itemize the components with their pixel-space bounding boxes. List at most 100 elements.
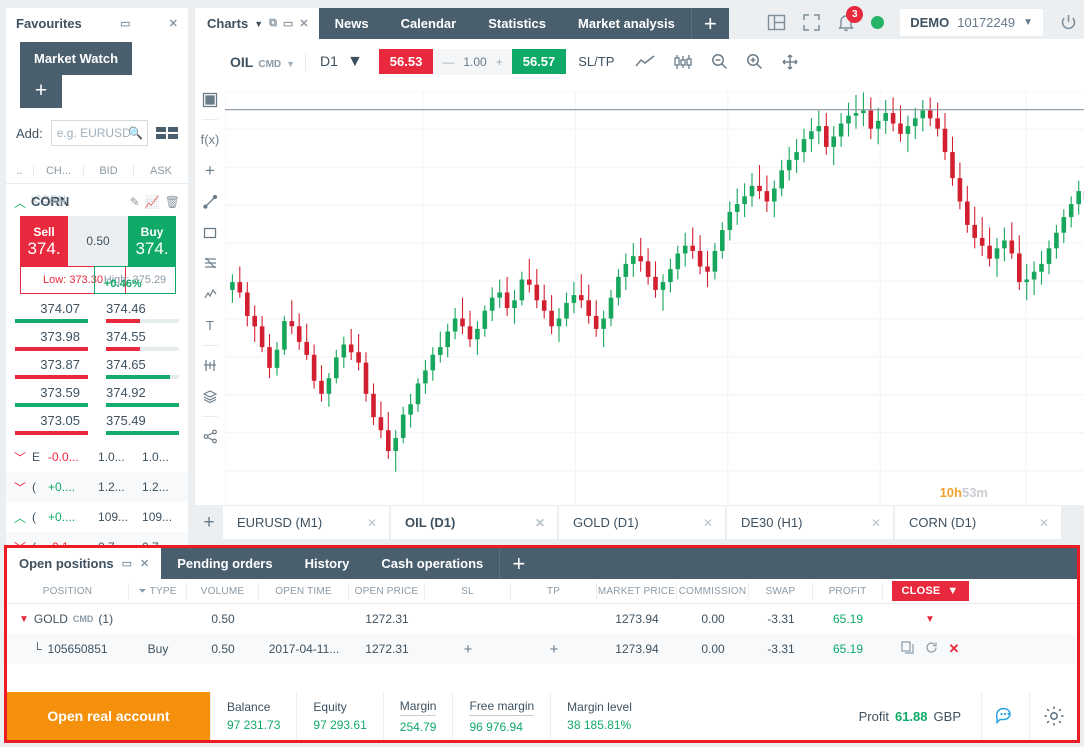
th-open-time[interactable]: OPEN TIME: [259, 583, 349, 600]
chart-tab-gold[interactable]: GOLD (D1) ✕: [559, 506, 725, 539]
close-icon[interactable]: ✕: [299, 17, 308, 30]
tab-charts[interactable]: Charts ▼ ⧉ ▭ ✕: [195, 8, 319, 39]
settings-gear-icon[interactable]: [1029, 692, 1077, 740]
depth-row[interactable]: 373.98 374.55: [6, 328, 188, 356]
th-commission[interactable]: COMMISSION: [677, 583, 749, 600]
screenshot-icon[interactable]: [195, 84, 225, 115]
chevron-down-icon[interactable]: ▼: [1023, 17, 1033, 28]
add-panel-tab-button[interactable]: +: [499, 548, 537, 579]
chart-timeframe-selector[interactable]: D1 ▼: [305, 53, 377, 71]
tab-favourites[interactable]: Favourites: [16, 16, 82, 31]
maximize-icon[interactable]: ▭: [283, 17, 293, 30]
maximize-icon[interactable]: ▭: [122, 557, 132, 570]
group-expand-icon[interactable]: ▼: [925, 614, 935, 625]
chart-icon[interactable]: 📈: [145, 195, 160, 209]
depth-row[interactable]: 374.07 374.46: [6, 300, 188, 328]
open-real-account-button[interactable]: Open real account: [7, 692, 210, 740]
edit-icon[interactable]: ✎: [130, 195, 140, 209]
chat-support-icon[interactable]: [981, 692, 1029, 740]
chevron-down-icon[interactable]: ▼: [254, 19, 263, 29]
th-type[interactable]: ⏷ TYPE: [129, 583, 187, 600]
add-object-icon[interactable]: +: [195, 155, 225, 186]
chart-tab-corn[interactable]: CORN (D1) ✕: [895, 506, 1061, 539]
duplicate-icon[interactable]: [901, 641, 914, 657]
sltp-toggle[interactable]: SL/TP: [566, 54, 626, 69]
search-icon[interactable]: 🔍: [128, 126, 143, 140]
close-icon[interactable]: ✕: [169, 17, 178, 30]
chart-symbol-selector[interactable]: OIL CMD ▼: [230, 54, 305, 70]
rollover-icon[interactable]: [925, 641, 938, 657]
maximize-icon[interactable]: ▭: [120, 17, 130, 30]
list-item[interactable]: ︿ ( +0.... 109... 109...: [6, 502, 188, 532]
add-instrument-input[interactable]: e.g. EURUSD 🔍: [51, 120, 148, 146]
chart-buy-price-button[interactable]: 56.57: [512, 49, 567, 74]
zoom-out-icon[interactable]: [702, 53, 737, 70]
rectangle-shape-icon[interactable]: [195, 217, 225, 248]
position-sl-add[interactable]: +: [425, 641, 511, 658]
th-open-price[interactable]: OPEN PRICE: [349, 583, 425, 600]
close-all-button[interactable]: CLOSE ▼: [892, 581, 969, 601]
collapse-icon[interactable]: ▼: [19, 614, 29, 625]
logout-power-icon[interactable]: [1059, 13, 1078, 32]
zoom-in-icon[interactable]: [737, 53, 772, 70]
instrument-header-corn[interactable]: ︿ iCORN CORN Prof ✎ 📈 🗑: [6, 190, 188, 214]
fibonacci-icon[interactable]: [195, 248, 225, 279]
th-market-price[interactable]: MARKET PRICE: [597, 583, 677, 600]
th-profit[interactable]: PROFIT: [813, 583, 883, 600]
th-sl[interactable]: SL: [425, 583, 511, 600]
tab-news[interactable]: News: [319, 8, 385, 39]
th-tp[interactable]: TP: [511, 583, 597, 600]
new-chart-button[interactable]: +: [195, 512, 223, 534]
volume-bars-icon[interactable]: [195, 350, 225, 381]
elliott-wave-icon[interactable]: [195, 279, 225, 310]
th-position[interactable]: POSITION: [7, 583, 129, 600]
sidebar-add-button[interactable]: +: [20, 74, 62, 108]
depth-row[interactable]: 373.59 374.92: [6, 384, 188, 412]
close-icon[interactable]: ✕: [140, 557, 149, 570]
filter-icon[interactable]: ⏷: [138, 586, 146, 597]
chevron-down-icon[interactable]: ▼: [947, 585, 958, 597]
candlestick-chart-type-icon[interactable]: [664, 54, 702, 70]
layout-icon[interactable]: [767, 13, 786, 32]
tab-history[interactable]: History: [289, 548, 366, 579]
chevron-down-icon[interactable]: ▼: [286, 59, 295, 69]
close-icon[interactable]: ✕: [535, 516, 545, 530]
buy-button[interactable]: Buy 374.: [128, 216, 176, 266]
fullscreen-icon[interactable]: [802, 13, 821, 32]
close-position-icon[interactable]: ✕: [949, 641, 960, 657]
tab-pending-orders[interactable]: Pending orders: [161, 548, 288, 579]
close-icon[interactable]: ✕: [703, 516, 713, 530]
list-item[interactable]: ﹀ ( +0.... 1.2... 1.2...: [6, 472, 188, 502]
popout-icon[interactable]: ⧉: [269, 17, 277, 30]
chart-tab-eurusd[interactable]: EURUSD (M1) ✕: [223, 506, 389, 539]
chart-volume-stepper[interactable]: — 1.00 +: [433, 49, 511, 75]
notifications-bell-icon[interactable]: 3: [837, 13, 855, 32]
sell-button[interactable]: Sell 374.: [20, 216, 68, 266]
pan-move-icon[interactable]: [772, 53, 808, 71]
line-chart-type-icon[interactable]: [626, 55, 664, 69]
depth-row[interactable]: 373.87 374.65: [6, 356, 188, 384]
list-item[interactable]: ﹀ E -0.0... 1.0... 1.0...: [6, 442, 188, 472]
account-selector[interactable]: DEMO 10172249 ▼: [900, 9, 1043, 36]
tab-statistics[interactable]: Statistics: [472, 8, 562, 39]
table-row[interactable]: └ 105650851 Buy 0.50 2017-04-11... 1272.…: [7, 634, 1077, 664]
volume-input[interactable]: 0.50: [68, 216, 128, 266]
close-icon[interactable]: ✕: [367, 516, 377, 530]
increase-volume-icon[interactable]: +: [496, 55, 503, 69]
tab-market-analysis[interactable]: Market analysis: [562, 8, 691, 39]
close-icon[interactable]: ✕: [1039, 516, 1049, 530]
share-icon[interactable]: [195, 421, 225, 452]
tab-cash-operations[interactable]: Cash operations: [365, 548, 499, 579]
chart-tab-de30[interactable]: DE30 (H1) ✕: [727, 506, 893, 539]
layers-icon[interactable]: [195, 381, 225, 412]
position-tp-add[interactable]: +: [511, 641, 597, 658]
chart-sell-price-button[interactable]: 56.53: [379, 49, 434, 74]
trash-icon[interactable]: 🗑: [165, 195, 180, 209]
group-cell[interactable]: ▼ GOLD CMD (1): [7, 612, 129, 626]
add-tab-button[interactable]: +: [691, 8, 729, 39]
grid-view-icon[interactable]: [156, 127, 178, 139]
tab-calendar[interactable]: Calendar: [385, 8, 473, 39]
indicators-fx-icon[interactable]: f(x): [195, 124, 225, 155]
table-row-group[interactable]: ▼ GOLD CMD (1) 0.50 1272.31 1273.94 0.00…: [7, 604, 1077, 634]
text-tool-icon[interactable]: T: [195, 310, 225, 341]
